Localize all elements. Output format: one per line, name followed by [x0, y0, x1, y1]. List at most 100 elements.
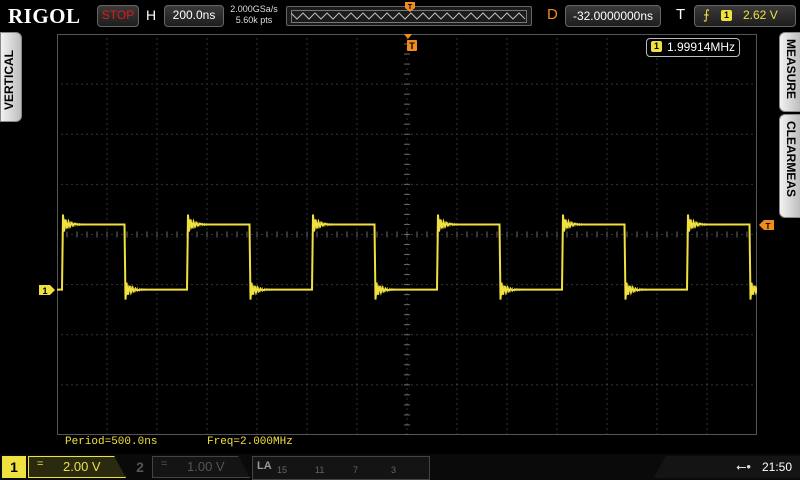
grid-dot — [536, 83, 538, 85]
grid-dot — [336, 384, 338, 386]
grid-dot — [106, 278, 108, 280]
grid-dot — [106, 148, 108, 150]
memory-overview-bar[interactable]: T — [286, 2, 532, 26]
grid-dot — [376, 384, 378, 386]
grid-dot — [151, 284, 153, 286]
grid-dot — [416, 83, 418, 85]
trigger-display[interactable]: ⨍ 1 2.62 V — [694, 5, 796, 27]
grid-dot — [606, 308, 608, 310]
timebase-display[interactable]: 200.0ns — [164, 5, 224, 27]
grid-dot — [516, 183, 518, 185]
grid-dot — [606, 183, 608, 185]
grid-dot — [306, 143, 308, 145]
grid-dot — [261, 384, 263, 386]
grid-dot — [456, 83, 458, 85]
grid-dot — [616, 183, 618, 185]
ch1-settings[interactable]: 1 = 2.00 V — [0, 456, 126, 478]
grid-dot — [421, 83, 423, 85]
measure-menu-tab[interactable]: MEASURE — [779, 32, 800, 112]
grid-dot — [181, 133, 183, 135]
grid-dot — [411, 284, 413, 286]
grid-dot — [361, 234, 363, 235]
grid-dot — [206, 208, 208, 210]
clear-measurements-tab[interactable]: CLEARMEAS — [779, 114, 800, 218]
grid-dot — [406, 403, 408, 405]
grid-dot — [356, 158, 358, 160]
grid-dot — [671, 334, 673, 336]
grid-dot — [156, 403, 158, 405]
grid-dot — [361, 334, 363, 336]
ch2-settings[interactable]: 2 = 1.00 V — [128, 456, 250, 478]
grid-dot — [506, 313, 508, 315]
grid-dot — [526, 284, 528, 286]
grid-dot — [626, 334, 628, 336]
grid-dot — [356, 298, 358, 300]
grid-dot — [501, 183, 503, 185]
ch1-offset-marker[interactable]: 1 — [39, 284, 55, 296]
grid-dot — [551, 133, 553, 135]
grid-dot — [421, 133, 423, 135]
grid-dot — [306, 238, 308, 240]
grid-dot — [66, 133, 68, 135]
grid-dot — [306, 83, 308, 85]
grid-dot — [276, 384, 278, 386]
grid-dot — [496, 284, 498, 286]
grid-dot — [506, 143, 508, 145]
grid-dot — [356, 48, 358, 50]
trigger-level-marker[interactable]: T — [759, 219, 775, 231]
grid-dot — [321, 133, 323, 135]
grid-dot — [456, 38, 458, 40]
grid-dot — [456, 113, 458, 115]
grid-dot — [656, 258, 658, 260]
grid-dot — [506, 198, 508, 200]
vertical-menu-tab[interactable]: VERTICAL — [0, 32, 22, 122]
grid-dot — [206, 273, 208, 275]
grid-dot — [506, 278, 508, 280]
grid-dot — [476, 334, 478, 336]
grid-dot — [106, 193, 108, 195]
grid-dot — [306, 63, 308, 65]
grid-dot — [306, 123, 308, 125]
run-stop-status[interactable]: STOP — [97, 5, 139, 27]
grid-dot — [511, 284, 513, 286]
grid-dot — [496, 83, 498, 85]
trigger-position-marker[interactable]: T — [402, 33, 418, 53]
grid-dot — [356, 178, 358, 180]
grid-dot — [306, 198, 308, 200]
grid-dot — [206, 168, 208, 170]
grid-dot — [711, 83, 713, 85]
grid-dot — [206, 58, 208, 60]
grid-dot — [456, 278, 458, 280]
grid-dot — [611, 133, 613, 135]
grid-dot — [706, 198, 708, 200]
grid-dot — [126, 133, 128, 135]
grid-dot — [121, 183, 123, 185]
logic-analyzer-settings[interactable]: LA 15 11 7 3 — [252, 456, 430, 480]
grid-dot — [656, 188, 658, 190]
svg-text:T: T — [408, 4, 413, 11]
grid-dot — [556, 68, 558, 70]
grid-dot — [456, 143, 458, 145]
grid-dot — [321, 284, 323, 286]
frequency-counter[interactable]: 1 1.99914MHz — [646, 38, 740, 57]
grid-dot — [221, 334, 223, 336]
grid-dot — [506, 188, 508, 190]
grid-dot — [321, 83, 323, 85]
grid-dot — [276, 334, 278, 336]
grid-dot — [606, 93, 608, 95]
grid-dot — [256, 238, 258, 240]
grid-dot — [366, 334, 368, 336]
grid-dot — [331, 284, 333, 286]
grid-dot — [506, 318, 508, 320]
grid-dot — [206, 423, 208, 425]
grid-dot — [156, 158, 158, 160]
grid-dot — [706, 423, 708, 425]
grid-dot — [406, 388, 408, 390]
grid-dot — [306, 168, 308, 170]
grid-dot — [96, 183, 98, 185]
grid-dot — [306, 423, 308, 425]
grid-dot — [731, 284, 733, 286]
delay-display[interactable]: -32.0000000ns — [565, 5, 661, 27]
grid-dot — [356, 68, 358, 70]
waveform-display[interactable] — [57, 34, 757, 435]
